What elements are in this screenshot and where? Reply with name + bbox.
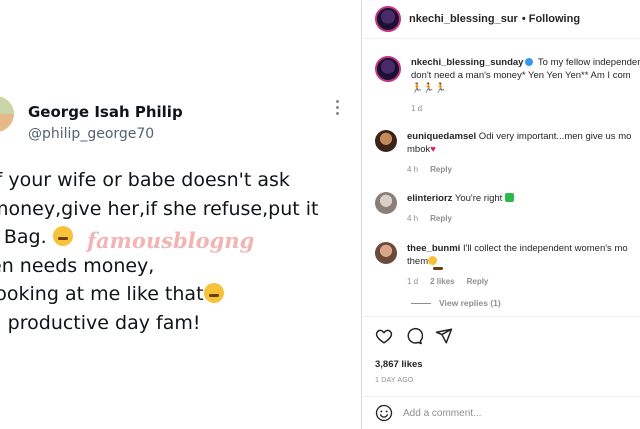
red-heart-icon: ♥	[430, 144, 436, 155]
comment-username[interactable]: elinteriorz	[407, 193, 452, 204]
avatar[interactable]	[375, 192, 397, 214]
tweet-line: money,give her,if she refuse,put it	[0, 197, 319, 220]
watermark: famousblogng	[87, 228, 255, 253]
post-actions: 3,867 likes 1 DAY AGO	[363, 316, 640, 396]
avatar[interactable]	[375, 242, 397, 264]
tweet-author-handle: @philip_george70	[28, 126, 155, 142]
heart-icon[interactable]	[375, 327, 393, 345]
likes-count[interactable]: 2 likes	[430, 275, 454, 288]
eye-roll-emoji-icon	[203, 283, 224, 303]
view-replies-button[interactable]: View replies (1)	[411, 298, 501, 308]
laughing-emoji-icon	[52, 226, 73, 246]
reply-button[interactable]: Reply	[430, 163, 452, 176]
verified-badge-icon	[525, 58, 534, 66]
comments-list: nkechi_blessing_sunday To my fellow inde…	[363, 40, 640, 315]
post-side-panel: nkechi_blessing_sur • Following nkechi_b…	[363, 0, 640, 429]
tweet-line: looking at me like that	[0, 280, 361, 309]
laughing-emoji-icon	[428, 256, 444, 270]
avatar[interactable]	[375, 6, 401, 32]
likes-count[interactable]: 3,867 likes	[375, 359, 628, 370]
tweet-line: en needs money,	[0, 254, 155, 277]
tweet-line: If your wife or babe doesn't ask	[0, 169, 290, 191]
tweet-line: a productive day fam!	[0, 311, 201, 334]
comment-text: I'll collect the independent women's mo	[460, 243, 628, 254]
header-username[interactable]: nkechi_blessing_sur	[409, 13, 518, 25]
post-timestamp: 1 DAY AGO	[375, 377, 414, 384]
tweet-author-name: George Isah Philip	[28, 103, 183, 121]
reply-button[interactable]: Reply	[467, 275, 489, 288]
emoji-icon[interactable]	[375, 404, 393, 422]
comment-text: Odi very important...men give us mo	[476, 131, 632, 142]
divider	[411, 302, 431, 304]
caption-text: don't need a man's money* Yen Yen Yen** …	[411, 70, 631, 81]
comment-username[interactable]: euniquedamsel	[407, 131, 476, 142]
post-image: George Isah Philip @philip_george70 If y…	[0, 0, 362, 429]
following-button[interactable]: • Following	[522, 13, 580, 25]
comment-username[interactable]: thee_bunmi	[407, 243, 460, 254]
timestamp: 1 d	[407, 277, 419, 286]
comment-text: mbok	[407, 144, 431, 155]
more-options-icon	[336, 100, 339, 115]
add-comment-bar	[363, 396, 640, 429]
post-header: nkechi_blessing_sur • Following	[363, 0, 640, 39]
avatar[interactable]	[375, 56, 401, 82]
timestamp: 4 h	[407, 165, 419, 174]
comment: euniquedamsel Odi very important...men g…	[375, 130, 640, 176]
caption-username[interactable]: nkechi_blessing_sunday	[411, 57, 523, 68]
comment-text: You're right	[452, 193, 505, 204]
comment-text: them	[407, 256, 429, 267]
comment-input[interactable]	[403, 407, 603, 419]
timestamp: 4 h	[407, 214, 419, 223]
comment-icon[interactable]	[405, 327, 423, 345]
avatar[interactable]	[375, 130, 397, 152]
reply-button[interactable]: Reply	[430, 212, 452, 225]
comment: elinteriorz You're right 4 h Reply	[375, 192, 640, 225]
caption: nkechi_blessing_sunday To my fellow inde…	[375, 56, 640, 115]
caption-text: 🏃🏃🏃	[411, 83, 447, 94]
check-mark-icon	[504, 193, 514, 202]
view-replies-label: View replies (1)	[439, 298, 501, 308]
caption-text: To my fellow independent	[535, 57, 640, 68]
tweet-avatar	[0, 96, 14, 132]
share-icon[interactable]	[435, 327, 453, 345]
comment: thee_bunmi I'll collect the independent …	[375, 242, 640, 288]
timestamp: 1 d	[411, 104, 423, 113]
